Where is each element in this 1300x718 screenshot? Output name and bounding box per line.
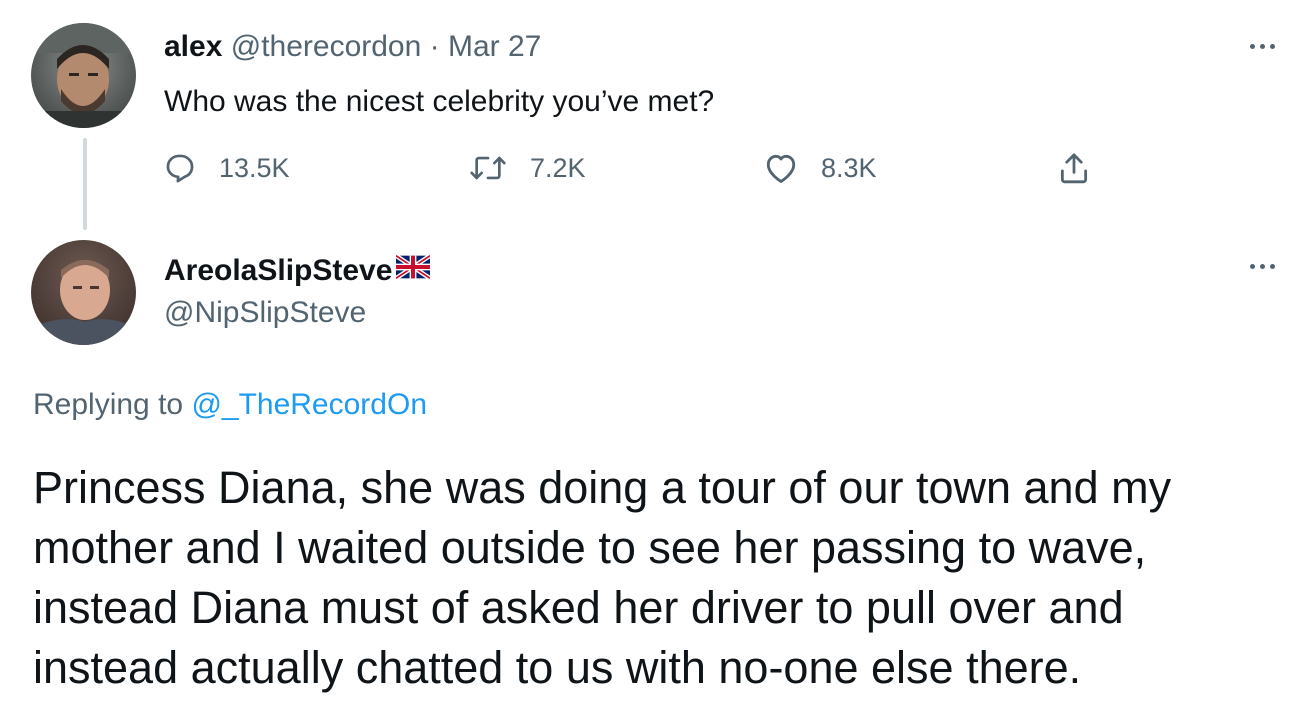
reply-author-name[interactable]: AreolaSlipSteve — [164, 252, 392, 290]
avatar-photo — [31, 23, 136, 128]
tweet-header: alex @therecordon · Mar 27 — [164, 28, 541, 66]
like-button[interactable]: 8.3K — [763, 148, 877, 188]
heart-icon — [763, 151, 799, 185]
reply-count: 13.5K — [219, 152, 290, 183]
share-icon — [1058, 150, 1090, 186]
tweet-text: Who was the nicest celebrity you’ve met? — [164, 85, 715, 118]
thread-connector-line — [83, 138, 87, 230]
retweet-icon — [468, 151, 508, 185]
header-separator: · — [429, 30, 440, 63]
replying-mention-link[interactable]: @_TheRecordOn — [191, 388, 427, 421]
uk-flag-icon — [395, 252, 432, 290]
reply-tweet-text: Princess Diana, she was doing a tour of … — [33, 462, 1172, 693]
tweet-date[interactable]: Mar 27 — [448, 30, 541, 63]
retweet-button[interactable]: 7.2K — [468, 148, 586, 188]
like-count: 8.3K — [821, 152, 877, 183]
author-name[interactable]: alex — [164, 30, 222, 63]
share-button[interactable] — [1058, 148, 1090, 188]
reply-author-avatar[interactable] — [31, 240, 136, 345]
more-options-icon[interactable] — [1242, 36, 1282, 56]
reply-bubble-icon — [163, 151, 197, 185]
author-avatar[interactable] — [31, 23, 136, 128]
replying-to-line: Replying to @_TheRecordOn — [33, 386, 427, 424]
author-handle[interactable]: @therecordon — [231, 30, 422, 63]
retweet-count: 7.2K — [530, 152, 586, 183]
reply-button[interactable]: 13.5K — [163, 148, 290, 188]
replying-prefix: Replying to — [33, 388, 184, 421]
reply-author-name-row[interactable]: AreolaSlipSteve — [164, 252, 432, 290]
avatar-photo — [31, 240, 136, 345]
more-options-icon[interactable] — [1242, 256, 1282, 276]
reply-author-handle[interactable]: @NipSlipSteve — [164, 294, 366, 332]
